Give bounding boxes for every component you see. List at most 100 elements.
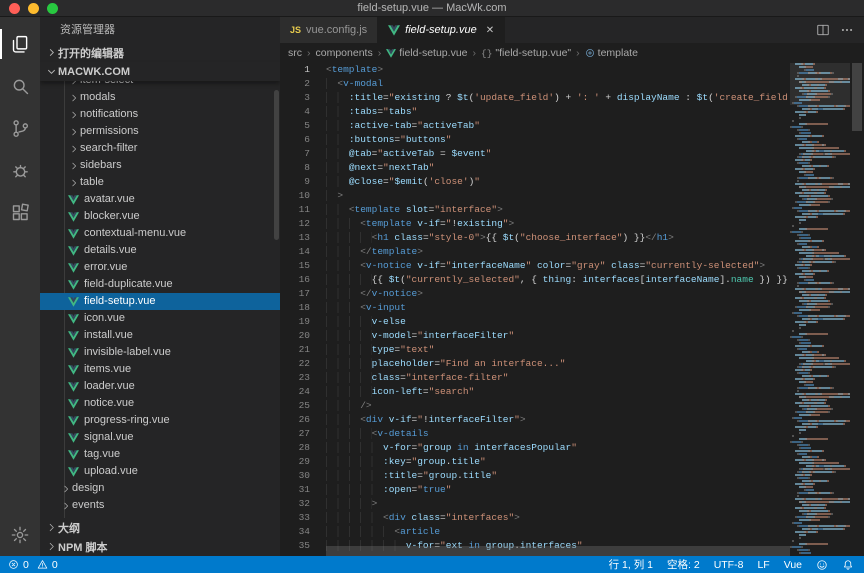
line-number[interactable]: 16 (280, 273, 310, 287)
tree-item-tag.vue[interactable]: tag.vue (40, 446, 280, 463)
code-line-11[interactable]: <template slot="interface"> (326, 203, 790, 217)
code-line-17[interactable]: </v-notice> (326, 287, 790, 301)
code-line-16[interactable]: {{ $t("currently_selected", { thing: int… (326, 273, 790, 287)
editor-gutter[interactable]: 1234567891011121314151617181920212223242… (280, 63, 326, 556)
breadcrumb-item-template[interactable]: template (585, 47, 638, 59)
tree-item-invisible-label.vue[interactable]: invisible-label.vue (40, 344, 280, 361)
line-number[interactable]: 31 (280, 483, 310, 497)
sidebar-section-NPM 脚本[interactable]: NPM 脚本 (40, 537, 280, 556)
code-line-21[interactable]: type="text" (326, 343, 790, 357)
tree-item-field-setup.vue[interactable]: field-setup.vue (40, 293, 280, 310)
line-number[interactable]: 25 (280, 399, 310, 413)
breadcrumb-item-field-setup.vue[interactable]: field-setup.vue (386, 47, 467, 59)
tree-item-field-duplicate.vue[interactable]: field-duplicate.vue (40, 276, 280, 293)
status-cursor-position[interactable]: 行 1, 列 1 (609, 557, 653, 572)
code-line-13[interactable]: <h1 class="style-0">{{ $t("choose_interf… (326, 231, 790, 245)
line-number[interactable]: 19 (280, 315, 310, 329)
status-notifications[interactable] (842, 559, 854, 571)
activitybar-explorer[interactable] (0, 23, 40, 65)
breadcrumb-item-components[interactable]: components (316, 47, 373, 59)
status-feedback[interactable] (816, 559, 828, 571)
vertical-scrollbar[interactable] (850, 63, 864, 556)
tree-item-details.vue[interactable]: details.vue (40, 242, 280, 259)
line-number[interactable]: 5 (280, 119, 310, 133)
line-number[interactable]: 28 (280, 441, 310, 455)
code-line-8[interactable]: @next="nextTab" (326, 161, 790, 175)
split-editor-icon[interactable] (816, 23, 830, 37)
line-number[interactable]: 27 (280, 427, 310, 441)
line-number[interactable]: 13 (280, 231, 310, 245)
status-language-mode[interactable]: Vue (784, 559, 802, 571)
code-line-30[interactable]: :title="group.title" (326, 469, 790, 483)
line-number[interactable]: 35 (280, 539, 310, 553)
line-number[interactable]: 9 (280, 175, 310, 189)
line-number[interactable]: 12 (280, 217, 310, 231)
status-indentation[interactable]: 空格: 2 (667, 557, 700, 572)
line-number[interactable]: 26 (280, 413, 310, 427)
code-line-33[interactable]: <div class="interfaces"> (326, 511, 790, 525)
line-number[interactable]: 24 (280, 385, 310, 399)
code-line-28[interactable]: v-for="group in interfacesPopular" (326, 441, 790, 455)
sidebar-scrollbar[interactable] (274, 90, 279, 240)
code-line-3[interactable]: :title="existing ? $t('update_field') + … (326, 91, 790, 105)
line-number[interactable]: 14 (280, 245, 310, 259)
code-line-14[interactable]: </template> (326, 245, 790, 259)
code-line-10[interactable]: > (326, 189, 790, 203)
workspace-root-section[interactable]: MACWK.COM (40, 62, 280, 81)
vertical-scrollbar-thumb[interactable] (852, 63, 862, 131)
status-eol[interactable]: LF (757, 559, 769, 571)
code-line-29[interactable]: :key="group.title" (326, 455, 790, 469)
minimap[interactable] (790, 63, 850, 556)
tree-item-error.vue[interactable]: error.vue (40, 259, 280, 276)
tree-item-install.vue[interactable]: install.vue (40, 327, 280, 344)
code-line-9[interactable]: @close="$emit('close')" (326, 175, 790, 189)
code-line-18[interactable]: <v-input (326, 301, 790, 315)
line-number[interactable]: 29 (280, 455, 310, 469)
code-line-24[interactable]: icon-left="search" (326, 385, 790, 399)
editor-code[interactable]: <template> <v-modal :title="existing ? $… (326, 63, 790, 556)
tree-item-sidebars[interactable]: sidebars (40, 157, 280, 174)
sidebar-section-大纲[interactable]: 大纲 (40, 518, 280, 537)
activitybar-run-and-debug[interactable] (0, 149, 40, 191)
line-number[interactable]: 30 (280, 469, 310, 483)
tree-item-loader.vue[interactable]: loader.vue (40, 378, 280, 395)
code-line-34[interactable]: <article (326, 525, 790, 539)
line-number[interactable]: 4 (280, 105, 310, 119)
code-line-23[interactable]: class="interface-filter" (326, 371, 790, 385)
tree-item-icon.vue[interactable]: icon.vue (40, 310, 280, 327)
code-line-2[interactable]: <v-modal (326, 77, 790, 91)
tree-item-contextual-menu.vue[interactable]: contextual-menu.vue (40, 225, 280, 242)
tree-item-avatar.vue[interactable]: avatar.vue (40, 191, 280, 208)
code-line-20[interactable]: v-model="interfaceFilter" (326, 329, 790, 343)
line-number[interactable]: 32 (280, 497, 310, 511)
status-warnings[interactable]: 0 (37, 559, 58, 571)
breadcrumb-item-field-setup.vue[interactable]: {}"field-setup.vue" (481, 47, 571, 59)
status-encoding[interactable]: UTF-8 (714, 559, 744, 571)
code-line-22[interactable]: placeholder="Find an interface..." (326, 357, 790, 371)
line-number[interactable]: 3 (280, 91, 310, 105)
code-line-5[interactable]: :active-tab="activeTab" (326, 119, 790, 133)
code-line-6[interactable]: :buttons="buttons" (326, 133, 790, 147)
line-number[interactable]: 10 (280, 189, 310, 203)
activitybar-source-control[interactable] (0, 107, 40, 149)
close-tab-icon[interactable]: ✕ (486, 25, 494, 36)
line-number[interactable]: 23 (280, 371, 310, 385)
tree-item-upload.vue[interactable]: upload.vue (40, 463, 280, 480)
tree-item-permissions[interactable]: permissions (40, 123, 280, 140)
code-line-27[interactable]: <v-details (326, 427, 790, 441)
tree-item-notifications[interactable]: notifications (40, 106, 280, 123)
line-number[interactable]: 15 (280, 259, 310, 273)
tree-item-modals[interactable]: modals (40, 89, 280, 106)
line-number[interactable]: 17 (280, 287, 310, 301)
line-number[interactable]: 33 (280, 511, 310, 525)
line-number[interactable]: 11 (280, 203, 310, 217)
code-line-32[interactable]: > (326, 497, 790, 511)
code-line-1[interactable]: <template> (326, 63, 790, 77)
code-line-19[interactable]: v-else (326, 315, 790, 329)
code-line-15[interactable]: <v-notice v-if="interfaceName" color="gr… (326, 259, 790, 273)
tab-vue.config.js[interactable]: JSvue.config.js (280, 17, 378, 43)
line-number[interactable]: 20 (280, 329, 310, 343)
code-line-31[interactable]: :open="true" (326, 483, 790, 497)
line-number[interactable]: 34 (280, 525, 310, 539)
code-line-4[interactable]: :tabs="tabs" (326, 105, 790, 119)
